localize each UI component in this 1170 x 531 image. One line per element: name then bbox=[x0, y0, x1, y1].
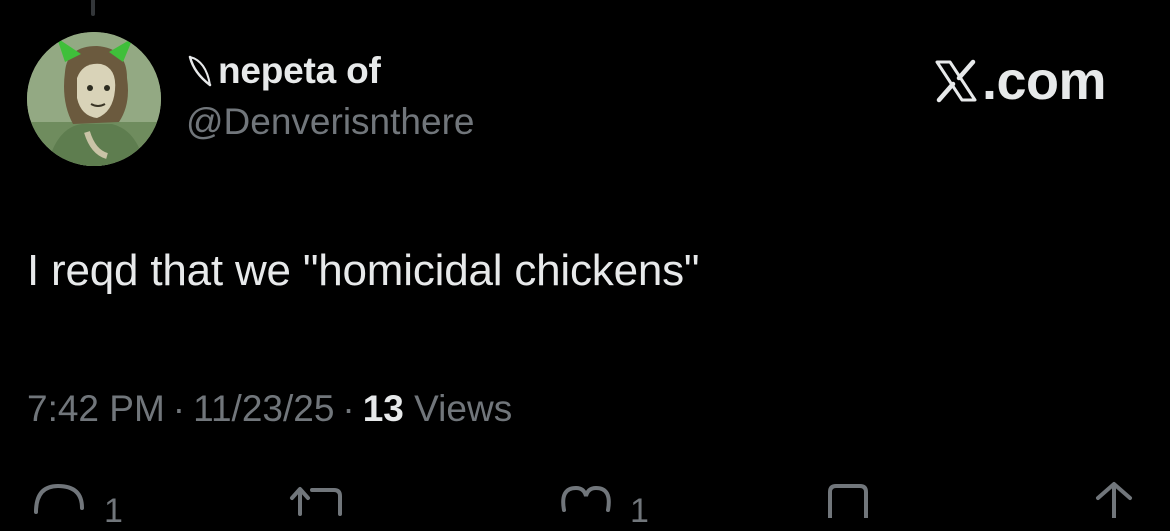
user-handle[interactable]: @Denverisnthere bbox=[186, 101, 474, 143]
like-icon bbox=[561, 485, 611, 512]
like-button[interactable]: 1 bbox=[556, 478, 649, 531]
x-com-watermark: .com bbox=[932, 50, 1107, 112]
separator-dot: · bbox=[342, 388, 355, 429]
reply-button[interactable]: 1 bbox=[30, 478, 123, 531]
post-metadata: 7:42 PM · 11/23/25 · 13 Views bbox=[27, 388, 512, 430]
avatar[interactable] bbox=[27, 32, 161, 166]
bookmark-icon bbox=[828, 484, 868, 518]
leaf-icon bbox=[188, 55, 212, 87]
post-text: I reqd that we "homicidal chickens" bbox=[27, 246, 700, 295]
reply-icon bbox=[34, 483, 84, 514]
post-date[interactable]: 11/23/25 bbox=[193, 388, 334, 429]
watermark-text: .com bbox=[982, 51, 1107, 111]
views-label: Views bbox=[414, 388, 513, 429]
action-bar: 1 1 bbox=[0, 478, 1170, 530]
thread-connector-line bbox=[91, 0, 95, 16]
like-count: 1 bbox=[630, 492, 649, 530]
x-logo-icon bbox=[935, 59, 977, 103]
views-count: 13 bbox=[362, 388, 404, 429]
post-time[interactable]: 7:42 PM bbox=[27, 388, 165, 429]
reply-count: 1 bbox=[104, 492, 123, 530]
repost-button[interactable] bbox=[286, 478, 344, 518]
separator-dot: · bbox=[172, 388, 186, 429]
bookmark-button[interactable] bbox=[820, 478, 878, 518]
display-name-row[interactable]: nepeta of bbox=[186, 46, 381, 96]
share-icon bbox=[1096, 482, 1132, 518]
share-button[interactable] bbox=[1086, 478, 1144, 518]
repost-icon bbox=[290, 487, 342, 516]
display-name[interactable]: nepeta of bbox=[218, 50, 381, 92]
